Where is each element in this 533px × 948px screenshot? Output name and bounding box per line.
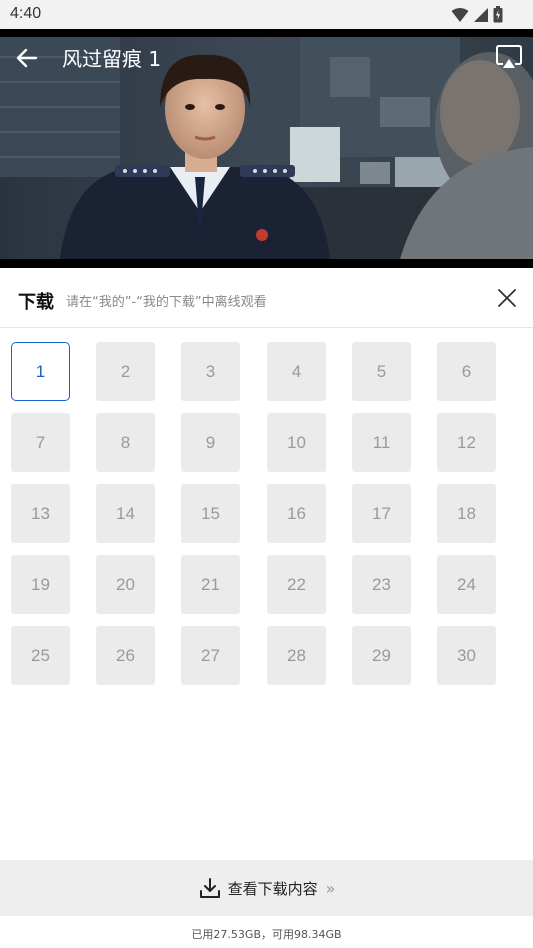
download-title: 下载 [18,292,54,313]
video-title: 风过留痕 1 [62,47,162,71]
episode-tile[interactable]: 29 [352,626,411,685]
episode-tile[interactable]: 13 [11,484,70,543]
episode-tile[interactable]: 22 [267,555,326,614]
episode-tile[interactable]: 1 [11,342,70,401]
video-player[interactable]: 风过留痕 1 [0,29,533,268]
video-letterbox-bottom [0,259,533,268]
close-icon[interactable] [497,288,517,308]
episode-tile[interactable]: 28 [267,626,326,685]
view-downloads-label: 查看下载内容 [227,879,318,898]
episode-tile[interactable]: 5 [352,342,411,401]
back-button[interactable] [14,45,40,71]
download-icon [199,878,220,898]
episode-tile[interactable]: 2 [96,342,155,401]
episode-tile[interactable]: 16 [267,484,326,543]
status-bar: 4:40 [0,0,533,29]
player-header: 风过留痕 1 [0,37,533,77]
episode-tile[interactable]: 18 [437,484,496,543]
episode-tile[interactable]: 14 [96,484,155,543]
episode-tile[interactable]: 9 [181,413,240,472]
wifi-icon [451,7,469,22]
episode-tile[interactable]: 3 [181,342,240,401]
episode-tile[interactable]: 7 [11,413,70,472]
status-icons [451,6,503,23]
episode-tile[interactable]: 15 [181,484,240,543]
episode-tile[interactable]: 4 [267,342,326,401]
episode-tile[interactable]: 12 [437,413,496,472]
view-downloads-button[interactable]: 查看下载内容 » [0,860,533,916]
episode-tile[interactable]: 19 [11,555,70,614]
episode-tile[interactable]: 24 [437,555,496,614]
episode-tile[interactable]: 17 [352,484,411,543]
storage-info: 已用27.53GB，可用98.34GB [191,928,342,941]
episode-tile[interactable]: 26 [96,626,155,685]
download-panel-header: 下载 请在“我的”-“我的下载”中离线观看 [0,268,533,328]
episode-tile[interactable]: 23 [352,555,411,614]
episode-tile[interactable]: 10 [267,413,326,472]
download-hint: 请在“我的”-“我的下载”中离线观看 [66,295,267,310]
episode-tile[interactable]: 21 [181,555,240,614]
chevron-right-icon: » [325,878,336,898]
episode-tile[interactable]: 25 [11,626,70,685]
signal-icon [474,7,488,22]
airplay-icon[interactable] [495,43,523,71]
episode-tile[interactable]: 11 [352,413,411,472]
episode-tile[interactable]: 8 [96,413,155,472]
episode-tile[interactable]: 30 [437,626,496,685]
video-letterbox-top [0,29,533,37]
status-time: 4:40 [10,5,42,22]
episode-tile[interactable]: 20 [96,555,155,614]
episode-tile[interactable]: 6 [437,342,496,401]
battery-icon [493,6,503,23]
episode-tile[interactable]: 27 [181,626,240,685]
